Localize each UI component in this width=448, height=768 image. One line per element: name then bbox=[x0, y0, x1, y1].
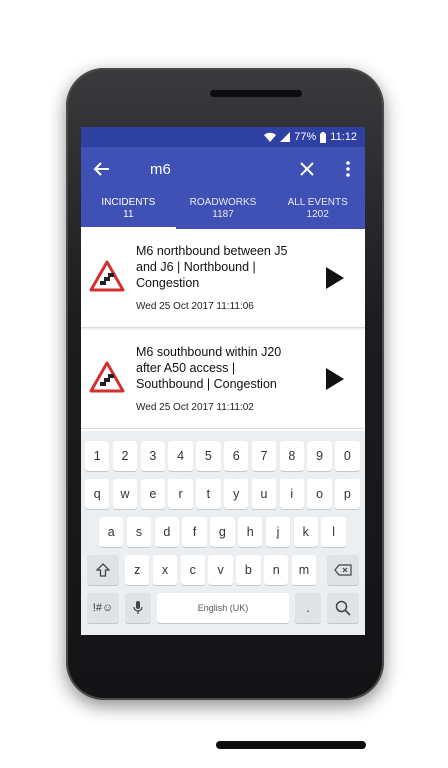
key-b[interactable]: b bbox=[236, 555, 261, 585]
tab-incidents-label: INCIDENTS bbox=[101, 197, 156, 208]
keyboard-number-row: 1234567890 bbox=[81, 441, 365, 471]
key-v[interactable]: v bbox=[208, 555, 233, 585]
tab-roadworks-label: ROADWORKS bbox=[189, 197, 257, 208]
key-y[interactable]: y bbox=[224, 479, 249, 509]
key-1[interactable]: 1 bbox=[85, 441, 110, 471]
play-icon[interactable] bbox=[326, 267, 344, 289]
queue-warning-icon bbox=[89, 260, 125, 292]
shift-key[interactable] bbox=[87, 555, 119, 585]
wifi-icon bbox=[264, 132, 277, 142]
shift-icon bbox=[96, 563, 110, 577]
search-app-bar: m6 bbox=[81, 147, 365, 191]
key-a[interactable]: a bbox=[99, 517, 124, 547]
key-i[interactable]: i bbox=[279, 479, 304, 509]
space-key[interactable]: English (UK) bbox=[157, 593, 289, 623]
key-d[interactable]: d bbox=[154, 517, 179, 547]
battery-icon bbox=[320, 131, 327, 143]
mic-key[interactable] bbox=[125, 593, 151, 623]
incident-timestamp: Wed 25 Oct 2017 11:11:06 bbox=[136, 301, 254, 312]
signal-icon bbox=[280, 132, 291, 142]
key-o[interactable]: o bbox=[307, 479, 332, 509]
keyboard-row-zxcv: zxcvbnm bbox=[81, 555, 365, 585]
incident-list: M6 northbound between J5 and J6 | Northb… bbox=[81, 229, 365, 429]
key-l[interactable]: l bbox=[321, 517, 346, 547]
tab-incidents[interactable]: INCIDENTS 11 bbox=[81, 191, 176, 229]
on-screen-keyboard: 1234567890 qwertyuiop asdfghjkl zxcvbnm … bbox=[81, 431, 365, 635]
key-0[interactable]: 0 bbox=[335, 441, 360, 471]
incident-title: M6 southbound within J20 after A50 acces… bbox=[136, 345, 282, 391]
tab-all-events[interactable]: ALL EVENTS 1202 bbox=[270, 191, 365, 229]
backspace-icon bbox=[334, 564, 352, 576]
key-e[interactable]: e bbox=[140, 479, 165, 509]
key-t[interactable]: t bbox=[196, 479, 221, 509]
incident-title: M6 northbound between J5 and J6 | Northb… bbox=[136, 244, 288, 290]
list-item[interactable]: M6 northbound between J5 and J6 | Northb… bbox=[81, 229, 365, 328]
arrow-left-icon[interactable] bbox=[93, 160, 111, 178]
queue-warning-icon bbox=[89, 361, 125, 393]
key-f[interactable]: f bbox=[182, 517, 207, 547]
earpiece-speaker bbox=[210, 90, 302, 97]
bottom-speaker bbox=[216, 741, 366, 749]
key-4[interactable]: 4 bbox=[168, 441, 193, 471]
key-r[interactable]: r bbox=[168, 479, 193, 509]
tab-all-events-count: 1202 bbox=[306, 209, 329, 220]
clock: 11:12 bbox=[330, 131, 357, 143]
tab-roadworks[interactable]: ROADWORKS 1187 bbox=[176, 191, 271, 229]
list-item[interactable]: M6 southbound within J20 after A50 acces… bbox=[81, 330, 365, 429]
key-6[interactable]: 6 bbox=[224, 441, 249, 471]
key-x[interactable]: x bbox=[152, 555, 178, 585]
key-n[interactable]: n bbox=[264, 555, 289, 585]
play-icon[interactable] bbox=[326, 368, 344, 390]
status-bar: 77% 11:12 bbox=[81, 127, 365, 147]
tab-all-events-label: ALL EVENTS bbox=[287, 197, 348, 208]
key-9[interactable]: 9 bbox=[307, 441, 332, 471]
key-c[interactable]: c bbox=[180, 555, 205, 585]
mic-icon bbox=[133, 601, 143, 614]
key-w[interactable]: w bbox=[112, 479, 138, 509]
key-2[interactable]: 2 bbox=[112, 441, 138, 471]
key-h[interactable]: h bbox=[238, 517, 263, 547]
key-3[interactable]: 3 bbox=[140, 441, 165, 471]
key-q[interactable]: q bbox=[85, 479, 110, 509]
keyboard-bottom-row: !#☺ English (UK) . bbox=[81, 593, 365, 623]
tab-bar: INCIDENTS 11 ROADWORKS 1187 ALL EVENTS 1… bbox=[81, 191, 365, 229]
keyboard-row-asdf: asdfghjkl bbox=[81, 517, 365, 547]
keyboard-row-qwerty: qwertyuiop bbox=[81, 479, 365, 509]
period-key[interactable]: . bbox=[295, 593, 321, 623]
key-7[interactable]: 7 bbox=[251, 441, 277, 471]
key-p[interactable]: p bbox=[335, 479, 360, 509]
battery-percent: 77% bbox=[294, 131, 317, 143]
app-screen: 77% 11:12 m6 INCIDENTS 11 ROADWORKS 1187… bbox=[81, 127, 365, 635]
incident-timestamp: Wed 25 Oct 2017 11:11:02 bbox=[136, 402, 254, 413]
key-z[interactable]: z bbox=[125, 555, 150, 585]
key-8[interactable]: 8 bbox=[279, 441, 304, 471]
key-5[interactable]: 5 bbox=[196, 441, 221, 471]
tab-roadworks-count: 1187 bbox=[212, 209, 234, 220]
tab-incidents-count: 11 bbox=[123, 209, 134, 220]
symbols-key[interactable]: !#☺ bbox=[87, 593, 119, 623]
key-m[interactable]: m bbox=[291, 555, 317, 585]
key-g[interactable]: g bbox=[210, 517, 235, 547]
key-j[interactable]: j bbox=[265, 517, 291, 547]
key-k[interactable]: k bbox=[293, 517, 318, 547]
search-icon bbox=[335, 600, 351, 616]
search-key[interactable] bbox=[327, 593, 359, 623]
more-vert-icon[interactable] bbox=[339, 160, 357, 178]
key-u[interactable]: u bbox=[251, 479, 277, 509]
backspace-key[interactable] bbox=[327, 555, 359, 585]
key-s[interactable]: s bbox=[126, 517, 152, 547]
search-query-input[interactable]: m6 bbox=[150, 161, 171, 178]
close-icon[interactable] bbox=[298, 160, 316, 178]
